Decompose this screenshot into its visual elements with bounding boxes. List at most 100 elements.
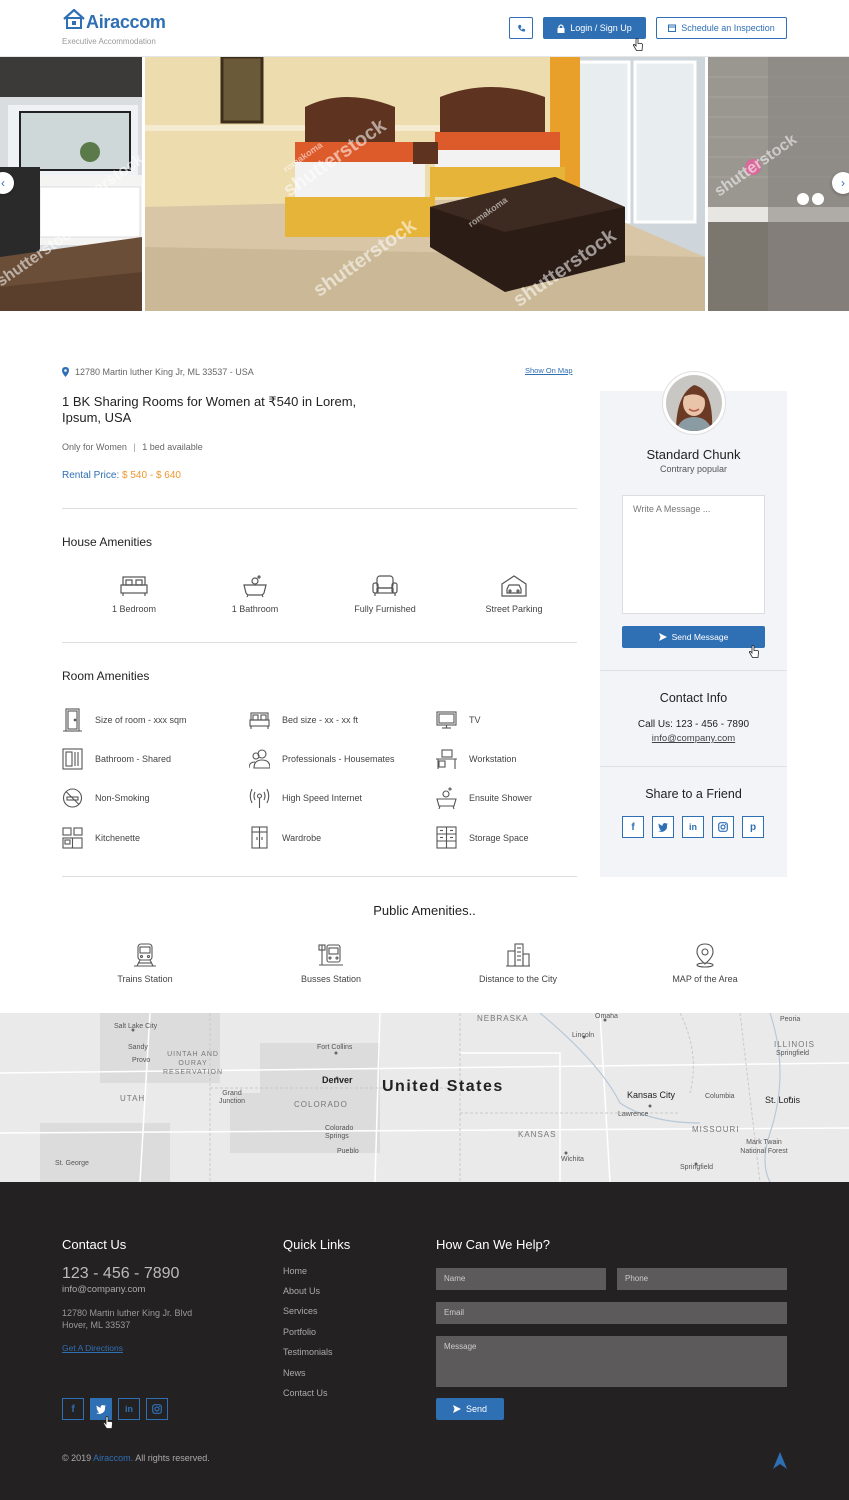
logo-text: Airaccom bbox=[86, 12, 166, 32]
house-amenity-parking: Street Parking bbox=[478, 574, 550, 614]
map-state-label: ILLINOIS bbox=[774, 1040, 815, 1049]
map-city-label: Wichita bbox=[561, 1156, 584, 1163]
map-city-label: Sandy bbox=[128, 1044, 148, 1051]
share-linkedin-button[interactable]: in bbox=[682, 816, 704, 838]
price-label: Rental Price: bbox=[62, 470, 120, 481]
message-textarea[interactable] bbox=[622, 495, 765, 614]
amenity-label: Wardrobe bbox=[282, 833, 322, 843]
scroll-to-top-icon[interactable] bbox=[773, 1452, 787, 1469]
city-icon bbox=[506, 943, 530, 967]
gallery-photo-bedroom[interactable]: shutterstock shutterstock shutterstock r… bbox=[145, 57, 705, 311]
agent-photo bbox=[666, 375, 722, 431]
footer-email: info@company.com bbox=[62, 1284, 146, 1295]
price-value: $ 540 - $ 640 bbox=[122, 470, 181, 481]
avatar bbox=[662, 371, 726, 435]
copyright-brand[interactable]: Airaccom. bbox=[93, 1453, 133, 1463]
agent-sidebar: Standard Chunk Contrary popular Send Mes… bbox=[600, 371, 787, 877]
room-amenity-bed-size: Bed size - xx - xx ft bbox=[249, 708, 358, 732]
amenity-label: Street Parking bbox=[485, 604, 543, 614]
send-icon bbox=[658, 633, 667, 641]
pinterest-icon: p bbox=[749, 821, 757, 833]
footer-name-input[interactable]: Name bbox=[436, 1268, 606, 1290]
site-header: Airaccom Executive Accommodation Login /… bbox=[0, 0, 849, 57]
bathtub-icon bbox=[243, 575, 267, 598]
wifi-icon bbox=[249, 788, 270, 808]
footer-contact-title: Contact Us bbox=[62, 1237, 127, 1252]
footer-facebook-button[interactable]: f bbox=[62, 1398, 84, 1420]
gallery-photo-kitchen[interactable]: shutterstock shutterstock bbox=[0, 57, 142, 311]
footer-email-input[interactable]: Email bbox=[436, 1302, 787, 1324]
share-instagram-button[interactable] bbox=[712, 816, 734, 838]
copyright: © 2019 Airaccom. All rights reserved. bbox=[62, 1453, 210, 1463]
phone-icon bbox=[517, 24, 525, 32]
footer-link-contact[interactable]: Contact Us bbox=[283, 1388, 328, 1398]
footer-link-testimonials[interactable]: Testimonials bbox=[283, 1347, 333, 1357]
share-pinterest-button[interactable]: p bbox=[742, 816, 764, 838]
amenity-label: Size of room - xxx sqm bbox=[95, 715, 187, 725]
gallery-next-button[interactable]: › bbox=[832, 172, 849, 194]
room-amenity-wardrobe: Wardrobe bbox=[249, 826, 321, 850]
send-message-button[interactable]: Send Message bbox=[622, 626, 765, 648]
room-amenity-workstation: Workstation bbox=[436, 747, 516, 771]
room-amenity-kitchenette: Kitchenette bbox=[62, 826, 140, 850]
show-on-map-link[interactable]: Show On Map bbox=[525, 366, 573, 375]
share-facebook-button[interactable]: f bbox=[622, 816, 644, 838]
footer-phone-input[interactable]: Phone bbox=[617, 1268, 787, 1290]
footer-linkedin-button[interactable]: in bbox=[118, 1398, 140, 1420]
footer-link-portfolio[interactable]: Portfolio bbox=[283, 1327, 316, 1337]
public-amenities-title: Public Amenities.. bbox=[373, 903, 476, 918]
map-state-label: UTAH bbox=[120, 1094, 146, 1103]
gallery-photo-bathroom[interactable]: shutterstock bbox=[708, 57, 849, 311]
facebook-icon: f bbox=[71, 1403, 75, 1415]
footer-link-about[interactable]: About Us bbox=[283, 1286, 320, 1296]
amenity-label: Bed size - xx - xx ft bbox=[282, 715, 359, 725]
bathroom-icon bbox=[62, 748, 83, 770]
amenity-label: Ensuite Shower bbox=[469, 793, 533, 803]
kitchen-icon bbox=[62, 827, 83, 849]
share-twitter-button[interactable] bbox=[652, 816, 674, 838]
linkedin-icon: in bbox=[689, 822, 697, 832]
door-icon bbox=[63, 708, 82, 732]
footer-message-input[interactable]: Message bbox=[436, 1336, 787, 1387]
phone-button[interactable] bbox=[509, 17, 533, 39]
cursor-hand-icon bbox=[748, 645, 759, 658]
footer-phone: 123 - 456 - 7890 bbox=[62, 1265, 180, 1282]
send-message-label: Send Message bbox=[671, 632, 729, 642]
footer-link-news[interactable]: News bbox=[283, 1368, 306, 1378]
area-map[interactable]: Salt Lake City Sandy Provo UINTAH AND OU… bbox=[0, 1013, 849, 1182]
amenity-label: Busses Station bbox=[300, 974, 362, 984]
footer-send-button[interactable]: Send bbox=[436, 1398, 504, 1420]
footer-instagram-button[interactable] bbox=[146, 1398, 168, 1420]
room-amenity-internet: High Speed Internet bbox=[249, 786, 362, 810]
cursor-hand-icon bbox=[632, 38, 643, 51]
house-amenity-bathroom: 1 Bathroom bbox=[226, 574, 284, 614]
contact-info-title: Contact Info bbox=[659, 691, 728, 705]
login-signup-button[interactable]: Login / Sign Up bbox=[543, 17, 646, 39]
linkedin-icon: in bbox=[125, 1404, 133, 1414]
amenity-label: Professionals - Housemates bbox=[282, 754, 395, 764]
chevron-left-icon: ‹ bbox=[1, 176, 5, 190]
schedule-inspection-button[interactable]: Schedule an Inspection bbox=[656, 17, 787, 39]
map-city-label: Peoria bbox=[780, 1016, 801, 1023]
meta-gender: Only for Women bbox=[62, 442, 127, 452]
footer-link-services[interactable]: Services bbox=[283, 1306, 318, 1316]
get-directions-link[interactable]: Get A Directions bbox=[62, 1343, 123, 1353]
people-icon bbox=[249, 749, 270, 769]
map-city-label: Salt Lake City bbox=[114, 1023, 158, 1030]
footer-link-home[interactable]: Home bbox=[283, 1266, 307, 1276]
bed-icon bbox=[249, 712, 270, 729]
amenity-label: Distance to the City bbox=[478, 974, 558, 984]
divider bbox=[62, 508, 577, 509]
instagram-icon bbox=[718, 822, 728, 832]
shower-icon bbox=[436, 787, 457, 810]
house-amenities-title: House Amenities bbox=[62, 535, 153, 549]
public-amenity-city: Distance to the City bbox=[466, 942, 570, 984]
map-state-label: KANSAS bbox=[518, 1130, 557, 1139]
copyright-suffix: All rights reserved. bbox=[135, 1453, 210, 1463]
map-city-label: Provo bbox=[132, 1057, 151, 1064]
facebook-icon: f bbox=[631, 821, 635, 833]
agent-email-link[interactable]: info@company.com bbox=[600, 733, 787, 744]
map-city-label: Omaha bbox=[595, 1013, 618, 1020]
wardrobe-icon bbox=[251, 826, 268, 849]
location-pin-icon bbox=[62, 367, 69, 377]
